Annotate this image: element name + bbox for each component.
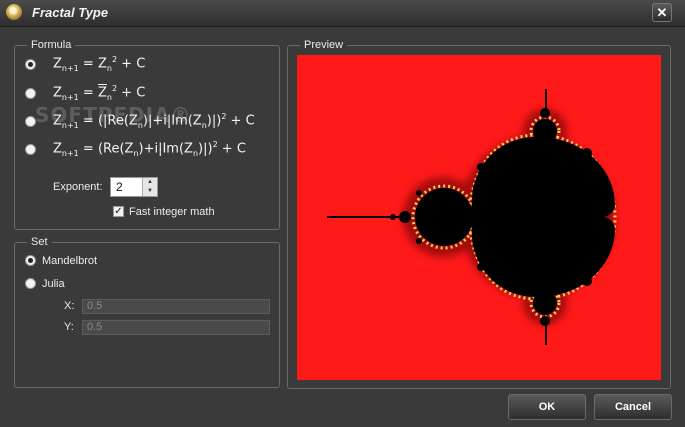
formula-option-4-label: Zn+1 = (Re(Zn)+i|Im(Zn)|)2 + C: [53, 140, 246, 158]
fractal-preview: [297, 55, 661, 380]
window-title: Fractal Type: [32, 5, 109, 20]
close-icon: ✕: [656, 5, 668, 20]
formula-option-1-radio[interactable]: [25, 59, 36, 70]
checkmark-icon: ✓: [114, 206, 123, 217]
formula-option-2-label: Zn+1 = Zn2 + C: [53, 84, 146, 102]
formula-option-2-radio[interactable]: [25, 88, 36, 99]
mandelbrot-label: Mandelbrot: [42, 255, 98, 267]
cancel-button[interactable]: Cancel: [594, 394, 672, 420]
set-group-label: Set: [27, 235, 52, 249]
formula-option-1-label: Zn+1 = Zn2 + C: [53, 55, 146, 73]
exponent-value: 2: [116, 180, 123, 194]
julia-label: Julia: [42, 278, 65, 290]
y-label: Y:: [64, 321, 74, 333]
exponent-spinner[interactable]: 2 ▲ ▼: [110, 177, 158, 197]
x-label: X:: [64, 300, 75, 312]
mandelbrot-radio[interactable]: [25, 255, 36, 266]
fast-integer-math-label: Fast integer math: [129, 206, 215, 218]
shell-icon: [6, 4, 22, 20]
exponent-label: Exponent:: [53, 181, 103, 193]
spin-arrows-icon[interactable]: ▲ ▼: [142, 178, 157, 196]
close-button[interactable]: ✕: [652, 3, 672, 22]
julia-radio[interactable]: [25, 278, 36, 289]
preview-group-label: Preview: [300, 38, 348, 52]
ok-button[interactable]: OK: [508, 394, 586, 420]
fast-integer-math-checkbox[interactable]: ✓: [113, 206, 124, 217]
mandelbrot-image: [327, 89, 617, 345]
x-input[interactable]: 0.5: [82, 299, 270, 314]
formula-option-4-radio[interactable]: [25, 144, 36, 155]
y-input[interactable]: 0.5: [82, 320, 270, 335]
formula-group-label: Formula: [27, 38, 76, 52]
title-bar: Fractal Type ✕: [0, 0, 685, 27]
softpedia-watermark: SOFTPEDIA®: [35, 103, 192, 127]
